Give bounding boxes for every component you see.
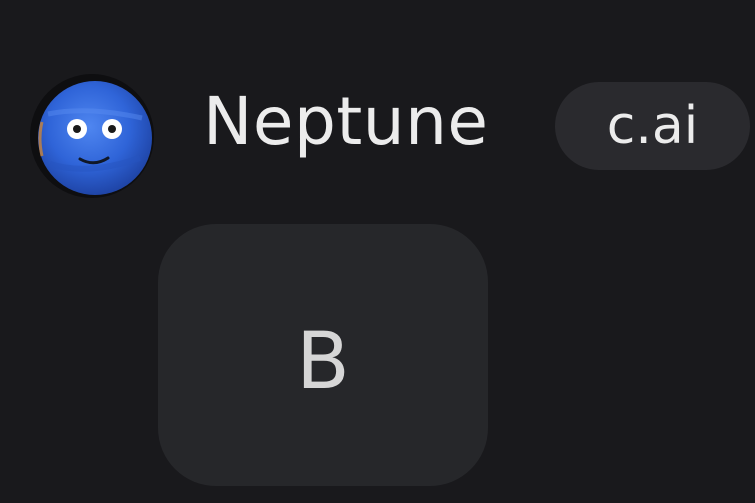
character-badge: c.ai bbox=[555, 82, 750, 170]
character-avatar[interactable] bbox=[28, 72, 156, 200]
neptune-planet-face-icon bbox=[30, 74, 154, 198]
message-text: B bbox=[296, 317, 350, 407]
character-name: Neptune bbox=[203, 83, 489, 160]
message-bubble: B bbox=[158, 224, 488, 486]
badge-label: c.ai bbox=[606, 96, 699, 156]
